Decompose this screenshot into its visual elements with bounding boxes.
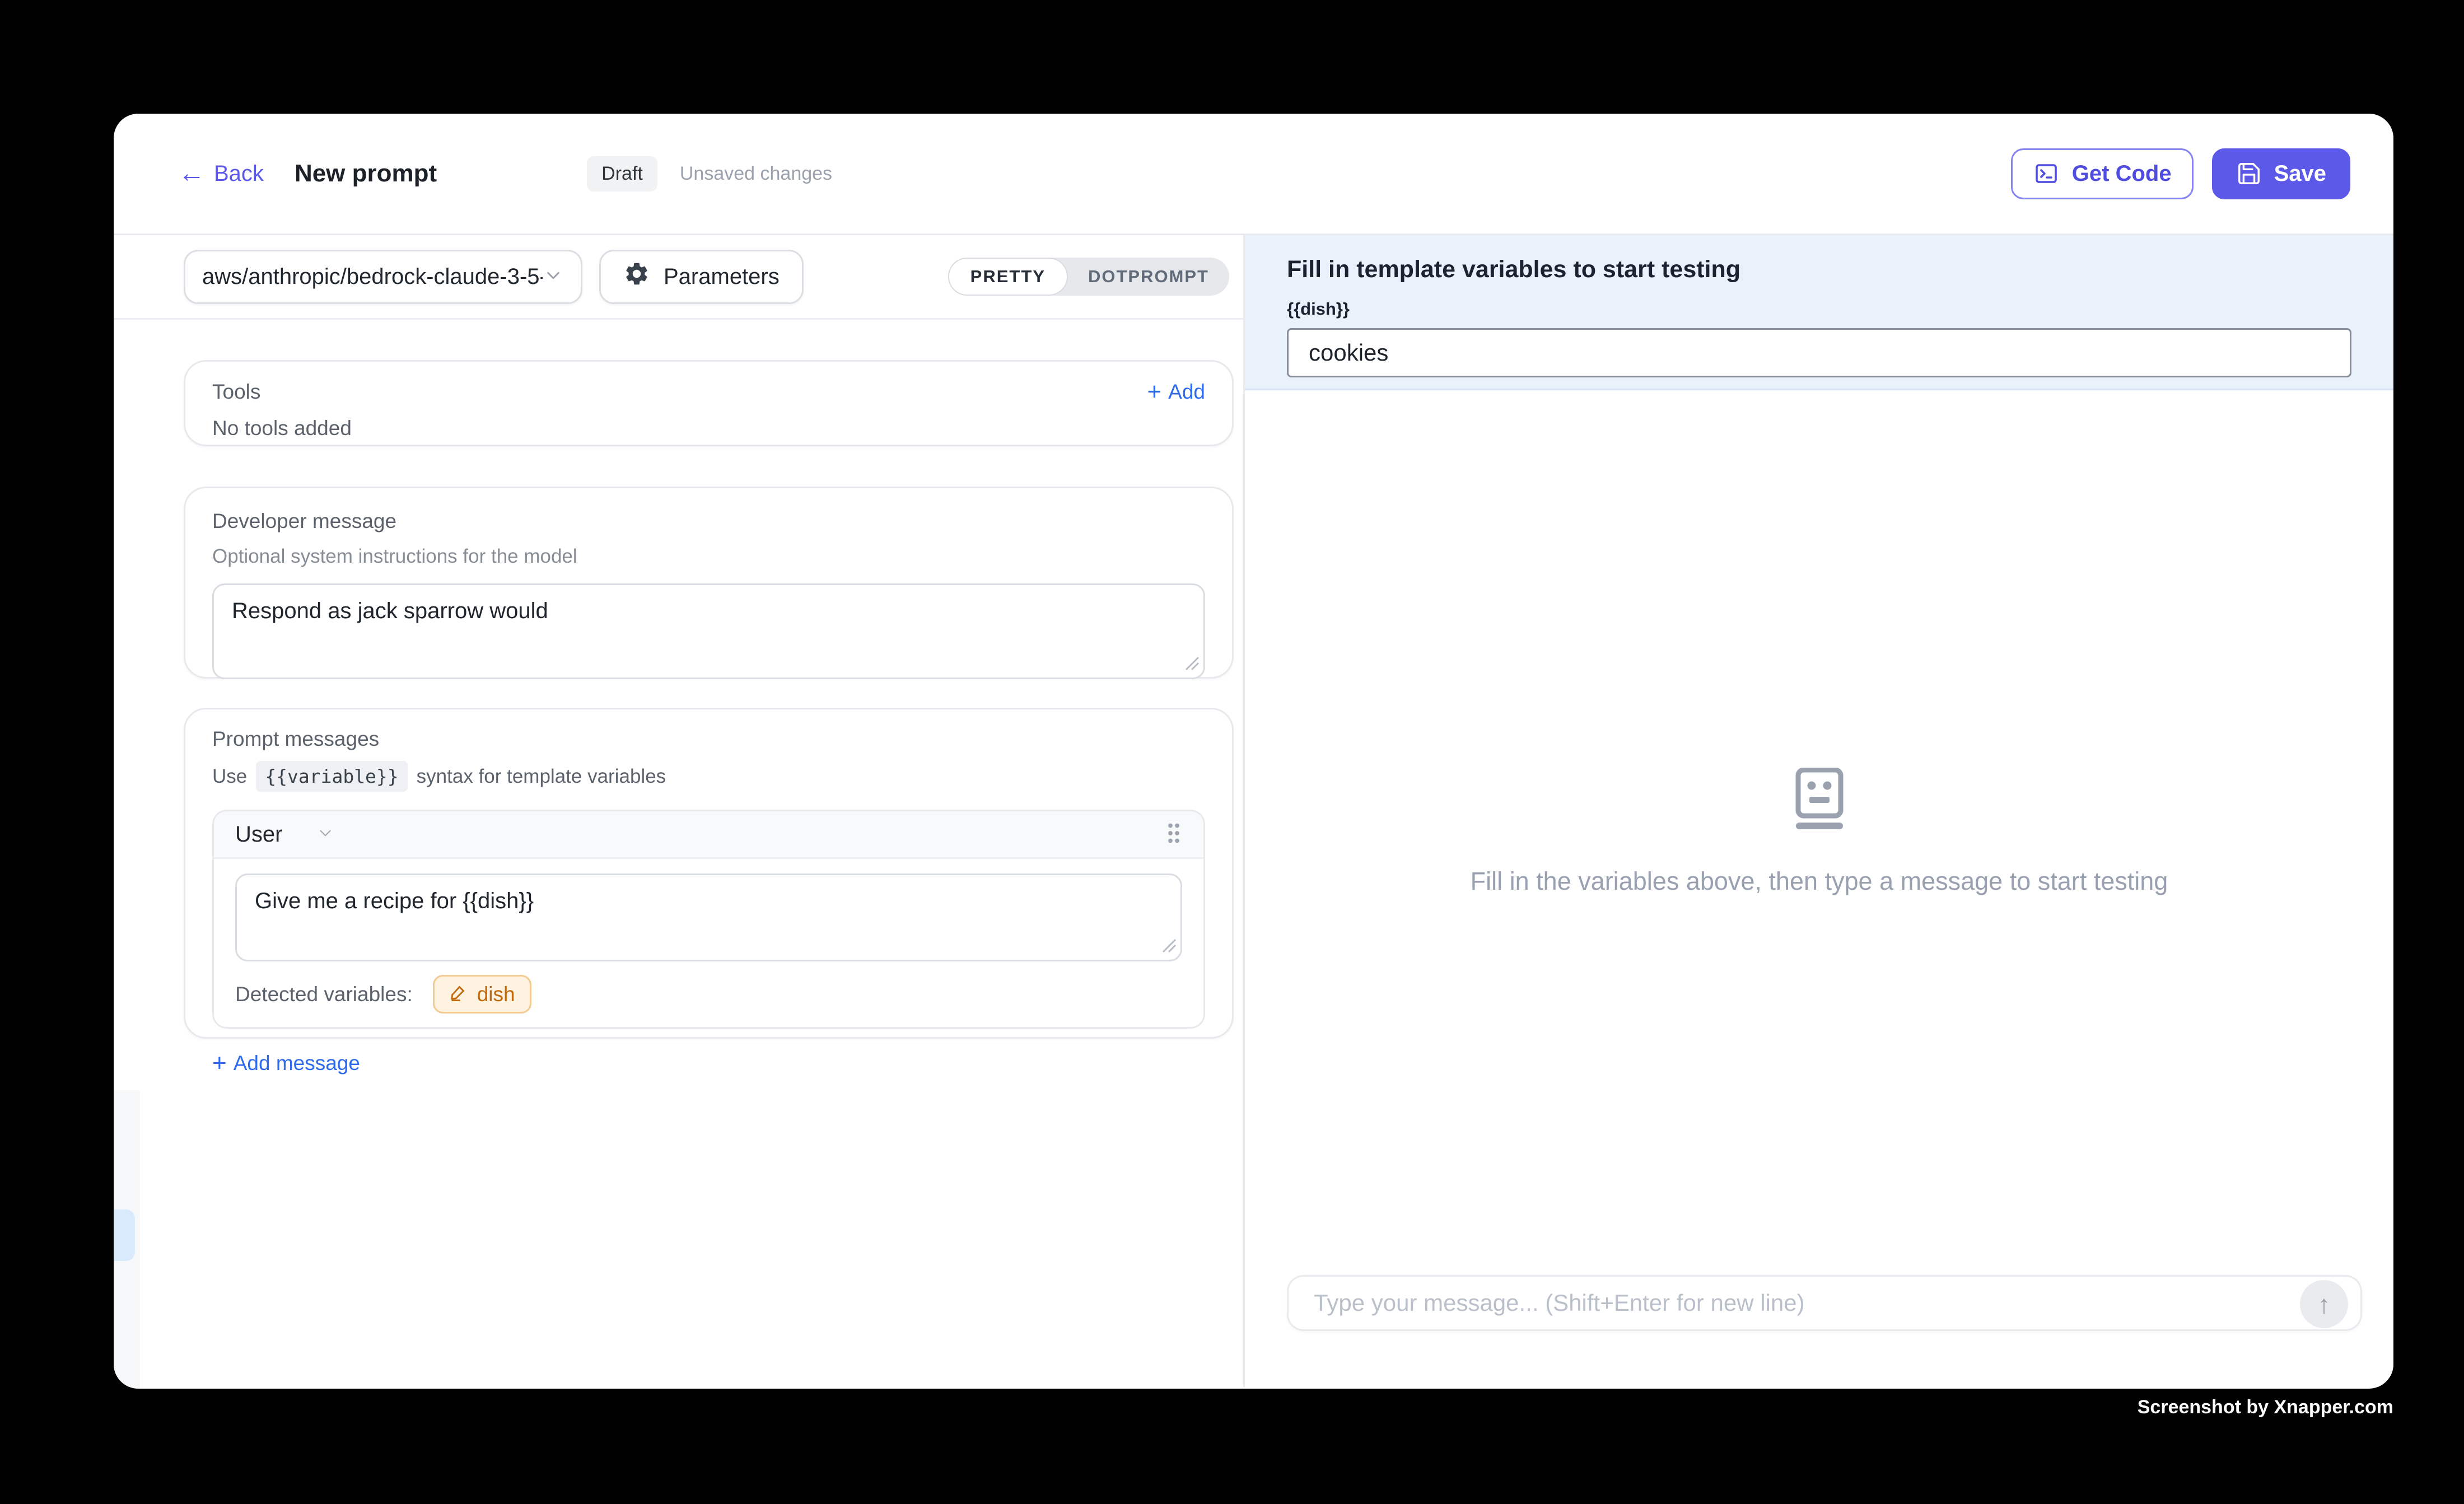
pencil-icon (449, 982, 468, 1006)
format-toggle-pretty[interactable]: PRETTY (948, 258, 1068, 296)
format-toggle-dotprompt[interactable]: DOTPROMPT (1068, 267, 1229, 287)
model-selector[interactable]: aws/anthropic/bedrock-claude-3-5-s... (184, 250, 582, 304)
watermark-text: Screenshot by Xnapper.com (2138, 1396, 2393, 1418)
drag-handle-icon[interactable] (1165, 821, 1182, 848)
robot-face-icon (1793, 768, 1846, 833)
variable-badge-label: dish (477, 983, 515, 1006)
developer-message-subtitle: Optional system instructions for the mod… (212, 545, 1205, 568)
developer-message-card: Developer message Optional system instru… (184, 487, 1234, 679)
chat-input-bar: ↑ (1287, 1275, 2362, 1331)
tools-title: Tools (212, 380, 260, 404)
back-button[interactable]: ← Back (178, 160, 264, 187)
editor-cards: Tools + Add No tools added Developer mes… (184, 360, 1234, 1039)
message-body: Give me a recipe for {{dish}} Detected v… (214, 859, 1203, 1027)
add-message-button[interactable]: + Add message (212, 1051, 1205, 1076)
chat-empty-state: Fill in the variables above, then type a… (1245, 768, 2393, 896)
gear-icon (623, 260, 650, 293)
tools-card: Tools + Add No tools added (184, 360, 1234, 446)
chat-message-input[interactable] (1289, 1277, 2360, 1329)
terminal-icon (2033, 160, 2060, 187)
header: ← Back New prompt Draft Unsaved changes … (114, 114, 2393, 235)
plus-icon: + (212, 1051, 227, 1076)
get-code-label: Get Code (2072, 161, 2172, 186)
chevron-down-icon (543, 265, 564, 289)
variable-syntax-code: {{variable}} (256, 761, 407, 792)
tools-empty-text: No tools added (212, 417, 1205, 440)
chat-empty-state-text: Fill in the variables above, then type a… (1471, 867, 2168, 896)
prompt-messages-title: Prompt messages (212, 727, 1205, 751)
send-message-button[interactable]: ↑ (2300, 1280, 2348, 1328)
message-content-input[interactable]: Give me a recipe for {{dish}} (235, 874, 1182, 961)
add-tool-label: Add (1168, 380, 1205, 404)
template-variables-panel: Fill in template variables to start test… (1245, 235, 2393, 390)
save-button[interactable]: Save (2212, 148, 2350, 199)
unsaved-changes-text: Unsaved changes (680, 163, 832, 185)
template-syntax-hint: Use {{variable}} syntax for template var… (212, 761, 1205, 792)
sidebar-sliver-active-item[interactable] (114, 1209, 135, 1261)
get-code-button[interactable]: Get Code (2011, 148, 2194, 199)
detected-variables-row: Detected variables: dish (235, 975, 1182, 1013)
add-tool-button[interactable]: + Add (1147, 380, 1205, 404)
message-role-select[interactable]: User (235, 822, 335, 847)
message-block: User Give me a recipe for {{ (212, 810, 1205, 1029)
parameters-button[interactable]: Parameters (599, 250, 804, 304)
save-label: Save (2274, 161, 2326, 186)
test-pane: Fill in template variables to start test… (1245, 235, 2393, 1387)
content: aws/anthropic/bedrock-claude-3-5-s... Pa… (114, 235, 2393, 1387)
app-window: ← Back New prompt Draft Unsaved changes … (114, 114, 2393, 1389)
template-variables-title: Fill in template variables to start test… (1287, 256, 2351, 283)
hint-suffix: syntax for template variables (417, 765, 666, 788)
format-toggle: PRETTY DOTPROMPT (948, 258, 1229, 296)
page-title: New prompt (295, 160, 437, 188)
variable-badge-dish[interactable]: dish (433, 975, 531, 1013)
add-message-label: Add message (234, 1052, 360, 1075)
prompt-editor-pane: aws/anthropic/bedrock-claude-3-5-s... Pa… (114, 235, 1245, 1387)
back-arrow-icon: ← (178, 160, 205, 187)
variable-dish-label: {{dish}} (1287, 299, 2351, 319)
detected-variables-label: Detected variables: (235, 983, 413, 1006)
variable-dish-input[interactable] (1287, 328, 2351, 377)
model-toolbar: aws/anthropic/bedrock-claude-3-5-s... Pa… (114, 235, 1243, 320)
message-header: User (214, 811, 1203, 859)
save-icon (2236, 161, 2262, 186)
developer-message-input[interactable]: Respond as jack sparrow would (212, 583, 1205, 679)
parameters-label: Parameters (664, 264, 780, 289)
status-badge: Draft (587, 156, 657, 191)
arrow-up-icon: ↑ (2318, 1289, 2331, 1319)
hint-prefix: Use (212, 765, 247, 788)
plus-icon: + (1147, 380, 1161, 404)
back-label: Back (214, 161, 264, 186)
message-role-value: User (235, 822, 282, 847)
prompt-messages-card: Prompt messages Use {{variable}} syntax … (184, 708, 1234, 1039)
chevron-down-icon (316, 824, 335, 846)
model-selector-value: aws/anthropic/bedrock-claude-3-5-s... (202, 264, 543, 289)
developer-message-title: Developer message (212, 510, 1205, 533)
